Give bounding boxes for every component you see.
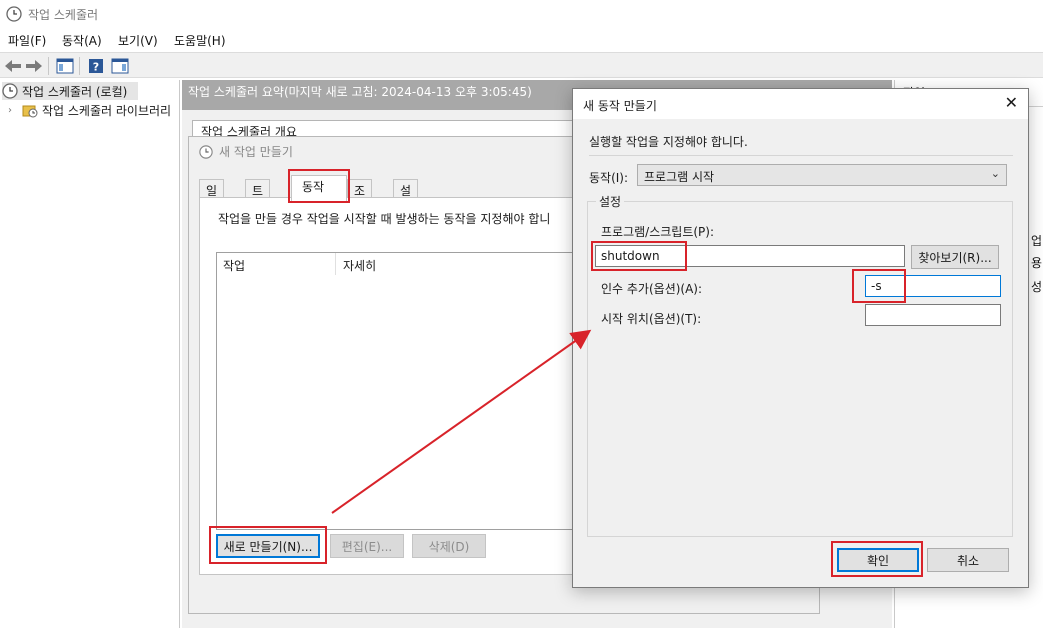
annotation-arrow	[331, 329, 592, 514]
